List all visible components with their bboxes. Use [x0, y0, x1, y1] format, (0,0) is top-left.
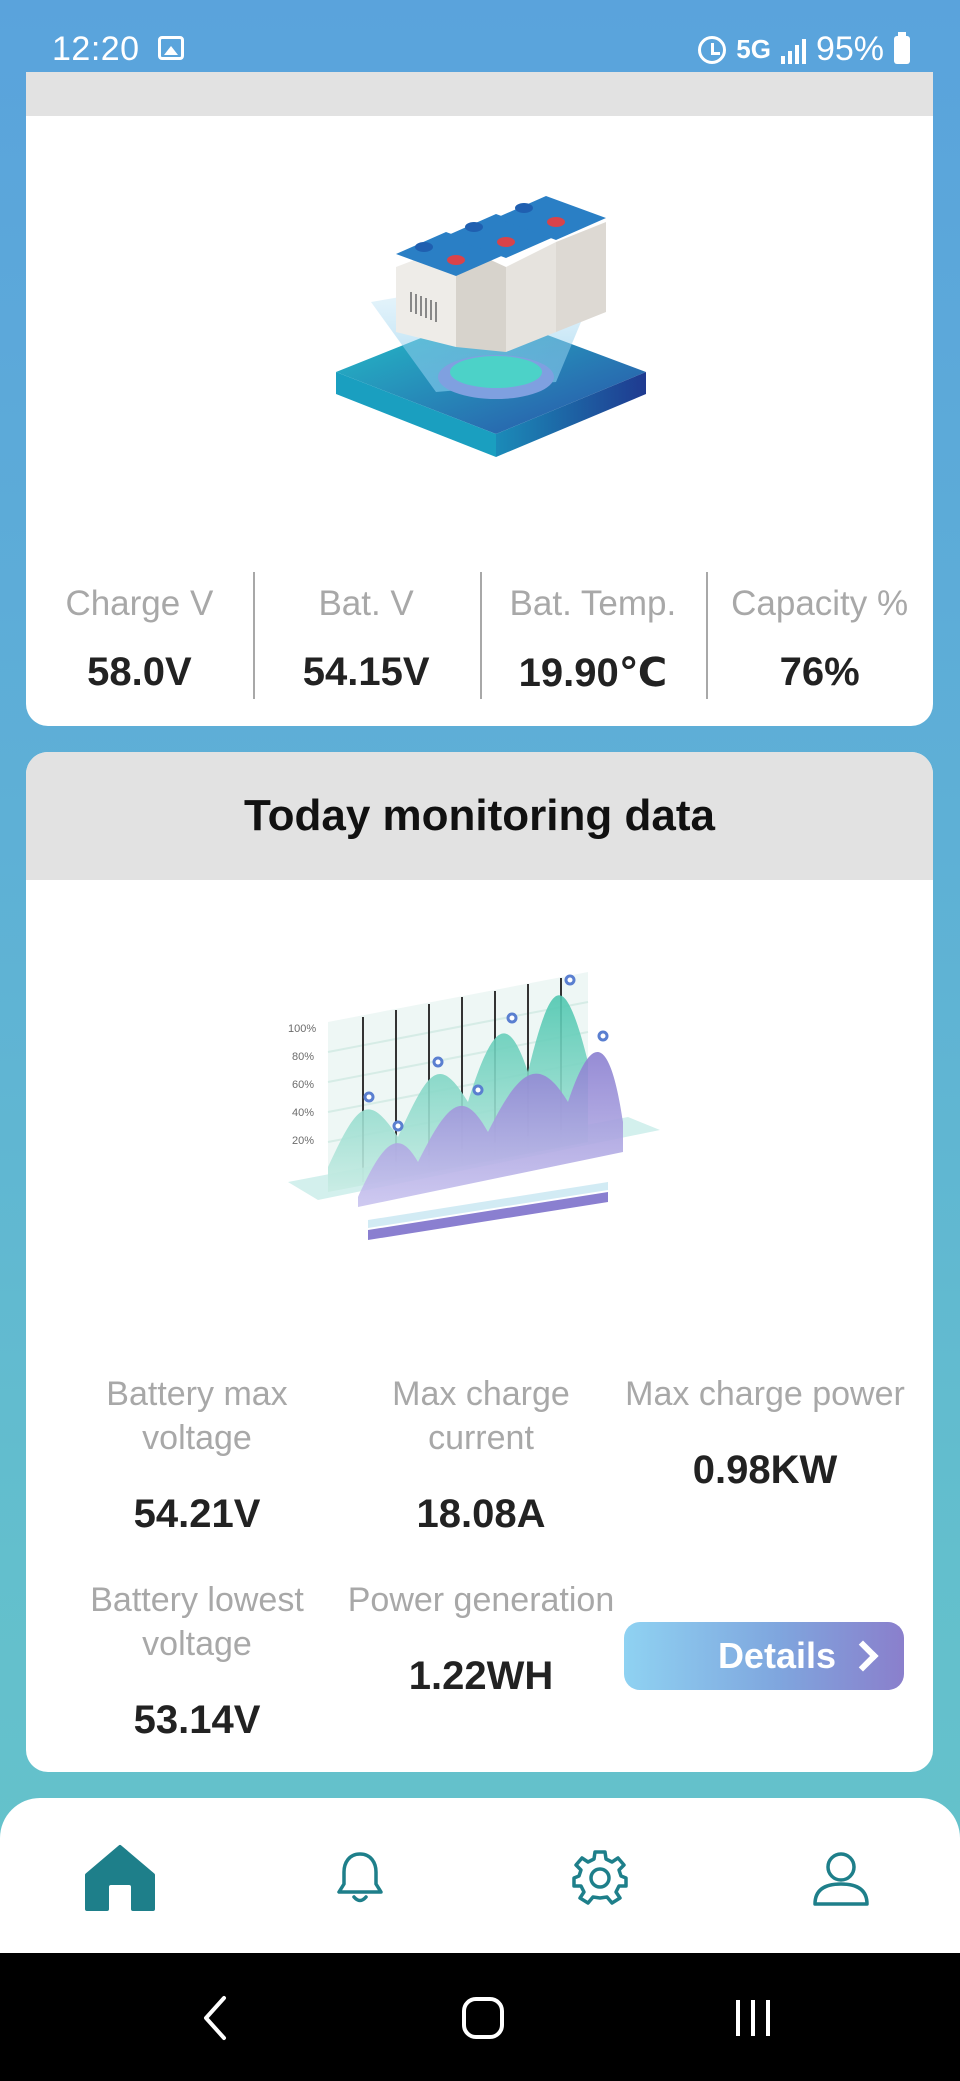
recents-icon [736, 2000, 770, 2036]
chart-illustration: 100% 80% 60% 40% 20% [288, 972, 660, 1240]
monitoring-title: Today monitoring data [26, 752, 933, 880]
user-icon [813, 1852, 869, 1906]
stat-value: 0.98KW [692, 1448, 838, 1492]
stat-label: Power generation [347, 1581, 615, 1619]
monitoring-card: Today monitoring data 100% 80% 60% 40% 2… [26, 752, 933, 1772]
system-recents-button[interactable] [718, 1983, 788, 2053]
stat-label: Battery lowest voltage [90, 1581, 304, 1663]
bell-icon [337, 1852, 383, 1903]
stat-max-charge-power: Max charge power 0.98KW [625, 1372, 905, 1493]
network-type: 5G [736, 34, 771, 64]
status-time: 12:20 [52, 30, 140, 68]
stat-value: 54.21V [133, 1492, 261, 1536]
battery-metrics-row: Charge V 58.0V Bat. V 54.15V Bat. Temp. … [26, 572, 933, 702]
stat-battery-lowest-voltage: Battery lowest voltage 53.14V [57, 1578, 337, 1743]
chevron-right-icon [847, 1640, 879, 1672]
stat-battery-max-voltage: Battery max voltage 54.21V [57, 1372, 337, 1537]
signal-icon [780, 36, 806, 64]
metric-label: Bat. V [318, 584, 414, 623]
stat-value: 1.22WH [408, 1654, 554, 1698]
stat-label: Max charge power [625, 1375, 905, 1413]
stat-value: 53.14V [133, 1698, 261, 1742]
metric-value: 19.90℃ [518, 651, 668, 695]
home-square-icon [462, 1997, 504, 2039]
card-header-strip [26, 72, 933, 116]
chart-tick-label: 40% [292, 1107, 314, 1119]
system-home-button[interactable] [448, 1983, 518, 2053]
metric-value: 58.0V [87, 650, 192, 694]
chart-tick-label: 80% [292, 1051, 314, 1063]
chart-tick-label: 60% [292, 1079, 314, 1091]
nav-profile[interactable] [801, 1838, 881, 1918]
chart-tick-label: 100% [288, 1023, 316, 1035]
nav-alerts[interactable] [320, 1838, 400, 1918]
bottom-nav [0, 1798, 960, 1953]
stat-label: Max charge current [392, 1375, 570, 1457]
metric-value: 54.15V [302, 650, 430, 694]
metric-label: Capacity % [731, 584, 909, 623]
stat-value: 18.08A [416, 1492, 546, 1536]
battery-percent: 95% [815, 30, 884, 68]
back-icon [204, 1996, 226, 2040]
metric-battery-voltage: Bat. V 54.15V [252, 572, 480, 702]
system-back-button[interactable] [180, 1983, 250, 2053]
home-icon [85, 1845, 155, 1911]
metric-capacity: Capacity % 76% [706, 572, 933, 702]
metric-label: Bat. Temp. [509, 584, 677, 623]
details-label: Details [717, 1635, 836, 1676]
metric-label: Charge V [65, 584, 214, 623]
system-nav-bar [0, 1953, 960, 2081]
battery-illustration [336, 196, 646, 457]
metric-battery-temp: Bat. Temp. 19.90℃ [479, 572, 707, 702]
details-button[interactable]: Details [624, 1622, 904, 1690]
metric-charge-voltage: Charge V 58.0V [26, 572, 253, 702]
stat-label: Battery max voltage [106, 1375, 288, 1457]
metric-value: 76% [779, 650, 860, 694]
image-icon [158, 36, 184, 60]
battery-icon [894, 31, 910, 64]
status-bar: 12:20 5G 95% [0, 0, 960, 72]
chart-tick-label: 20% [292, 1135, 314, 1147]
battery-status-card: Charge V 58.0V Bat. V 54.15V Bat. Temp. … [26, 72, 933, 726]
nav-home[interactable] [80, 1838, 160, 1918]
gear-icon [572, 1850, 628, 1905]
alarm-icon [698, 35, 727, 64]
stat-power-generation: Power generation 1.22WH [341, 1578, 621, 1699]
nav-settings[interactable] [560, 1838, 640, 1918]
stat-max-charge-current: Max charge current 18.08A [341, 1372, 621, 1537]
